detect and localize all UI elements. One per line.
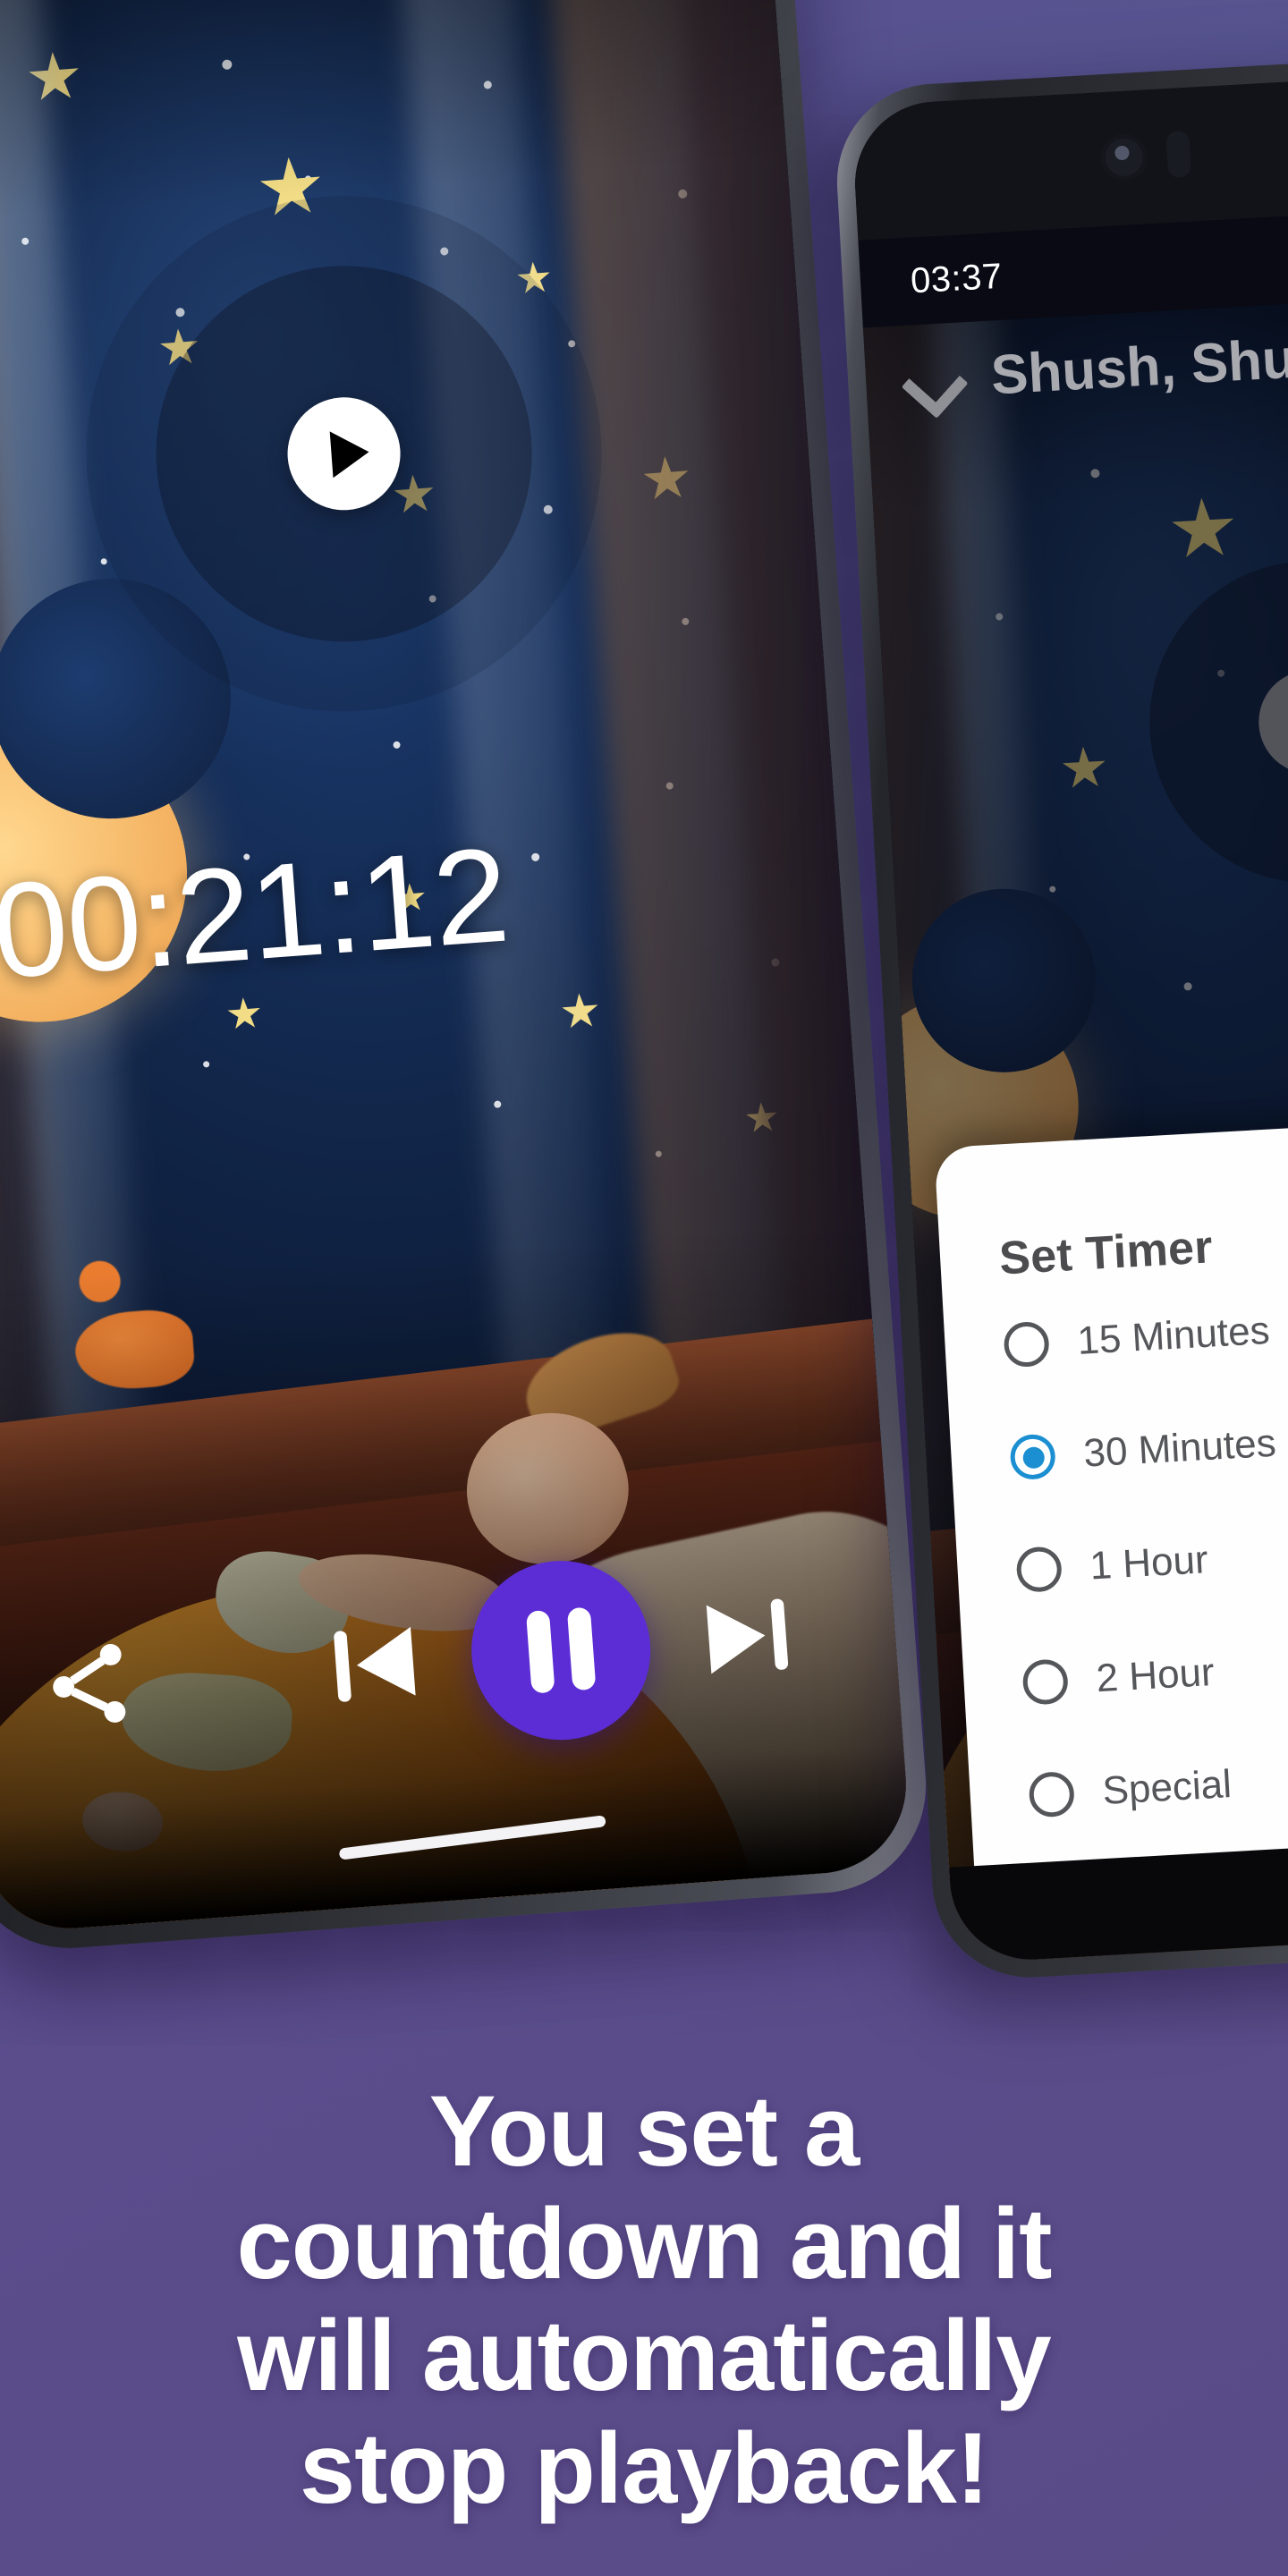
share-icon[interactable]: [30, 1628, 145, 1742]
status-clock: 03:37: [909, 256, 1004, 301]
skip-next-icon[interactable]: [675, 1565, 819, 1709]
camera-icon: [1099, 132, 1149, 182]
radio-icon[interactable]: [1028, 1770, 1076, 1818]
chevron-down-icon[interactable]: [896, 343, 966, 413]
main-phone-mockup: Shush, Shush, Shush 00:21:12: [0, 0, 934, 1956]
promo-caption: You set a countdown and it will automati…: [0, 2075, 1288, 2524]
timer-option-label: 2 Hour: [1095, 1649, 1216, 1701]
phone-screen-mask: Shush, Shush, Shush 00:21:12: [0, 0, 912, 1935]
track-title: Shush, Shu: [989, 327, 1288, 407]
screenshot-stage: Shush, Shush, Shush 00:21:12: [0, 0, 1288, 2576]
timer-option-label: Special: [1101, 1762, 1233, 1814]
radio-icon[interactable]: [1003, 1320, 1051, 1368]
pause-button[interactable]: [465, 1555, 657, 1747]
play-icon: [329, 428, 370, 479]
pause-icon: [525, 1609, 555, 1694]
timer-option-label: 15 Minutes: [1076, 1308, 1271, 1363]
radio-icon[interactable]: [1021, 1658, 1070, 1706]
play-button[interactable]: [284, 393, 404, 514]
timer-option-label: 30 Minutes: [1082, 1420, 1277, 1476]
set-timer-sheet: Set Timer 15 Minutes 30 Minutes 1 Hour 2…: [934, 1107, 1288, 1870]
caption-line-3: will automatically: [237, 2300, 1051, 2412]
pause-icon: [566, 1606, 597, 1691]
caption-line-4: stop playback!: [299, 2411, 989, 2524]
sensor-icon: [1165, 130, 1192, 179]
radio-icon[interactable]: [1015, 1546, 1063, 1594]
caption-line-2: countdown and it: [236, 2187, 1053, 2300]
timer-option-label: 1 Hour: [1089, 1538, 1209, 1589]
skip-previous-icon[interactable]: [302, 1592, 446, 1736]
sheet-title: Set Timer: [997, 1221, 1215, 1285]
player-screen: Shush, Shush, Shush 00:21:12: [0, 0, 912, 1935]
caption-line-1: You set a: [428, 2075, 860, 2188]
radio-icon-selected[interactable]: [1009, 1433, 1057, 1481]
